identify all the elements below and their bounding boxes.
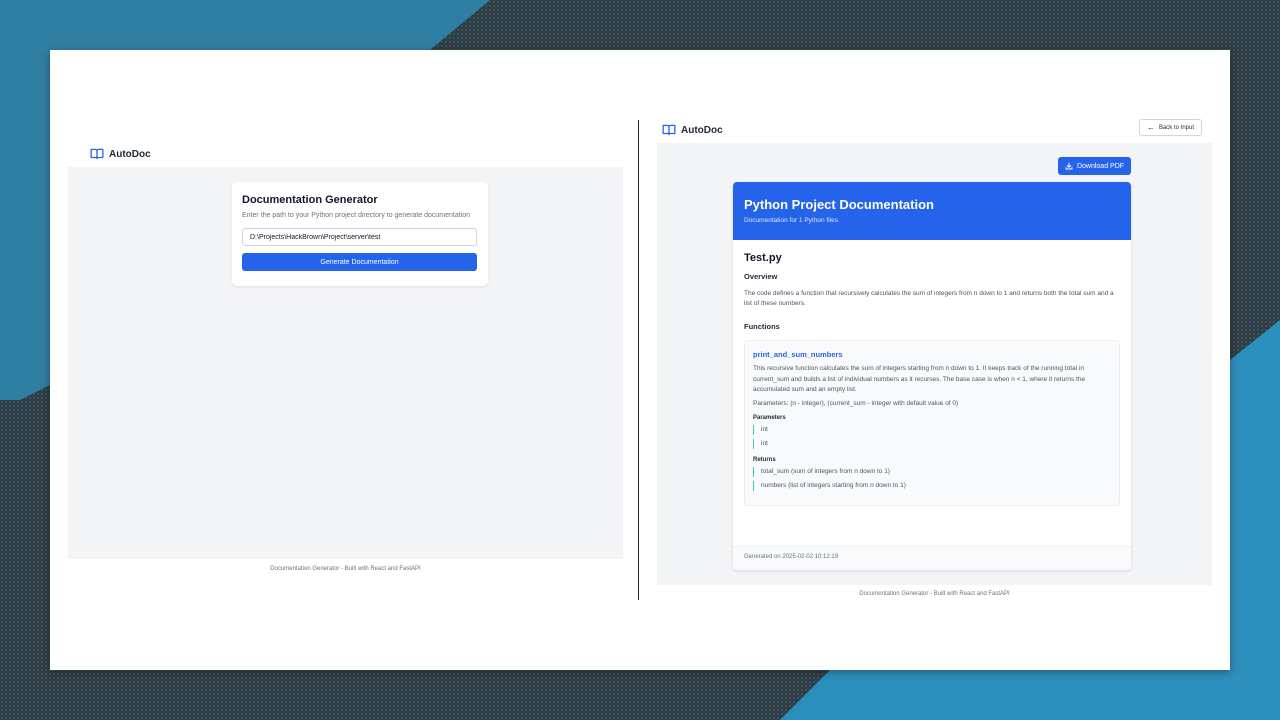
path-input[interactable] [242, 228, 477, 246]
brand[interactable]: AutoDoc [662, 118, 723, 142]
returns-heading: Returns [753, 456, 776, 463]
doc-subtitle: Documentation for 1 Python files [744, 217, 838, 224]
doc-title: Python Project Documentation [744, 197, 934, 212]
parameter-item: int [753, 424, 1111, 435]
book-icon [90, 148, 104, 160]
parameter-item: int [753, 438, 1111, 449]
return-item: numbers (list of integers starting from … [753, 480, 1111, 491]
main-area: Documentation Generator Enter the path t… [68, 167, 623, 559]
card-title: Documentation Generator [242, 194, 378, 206]
download-icon [1065, 162, 1073, 170]
docs-view: AutoDoc ← Back to Input Download PDF Pyt… [657, 117, 1212, 597]
generate-button[interactable]: Generate Documentation [242, 253, 477, 271]
generator-card: Documentation Generator Enter the path t… [232, 182, 488, 286]
overview-heading: Overview [744, 272, 778, 281]
download-label: Download PDF [1076, 162, 1125, 170]
book-icon [662, 124, 676, 136]
return-item: total_sum (sum of integers from n down t… [753, 466, 1111, 477]
doc-header: Python Project Documentation Documentati… [733, 182, 1131, 240]
functions-heading: Functions [744, 322, 780, 331]
input-view: AutoDoc Documentation Generator Enter th… [68, 142, 623, 572]
main-area: Download PDF Python Project Documentatio… [657, 143, 1212, 585]
footer: Documentation Generator - Built with Rea… [270, 566, 421, 572]
generated-timestamp: Generated on 2025-02-02 10:12:19 [733, 546, 1131, 570]
function-description: This recursive function calculates the s… [753, 365, 1086, 393]
brand-name: AutoDoc [109, 148, 151, 160]
footer: Documentation Generator - Built with Rea… [859, 591, 1010, 597]
back-to-input-button[interactable]: ← Back to Input [1138, 119, 1202, 136]
brand[interactable]: AutoDoc [68, 142, 623, 166]
function-params-summary: Parameters: (n - integer), (current_sum … [753, 399, 959, 407]
function-card: print_and_sum_numbers This recursive fun… [744, 340, 1120, 506]
function-name: print_and_sum_numbers [753, 350, 843, 359]
card-description: Enter the path to your Python project di… [242, 212, 471, 219]
parameters-heading: Parameters [753, 414, 786, 421]
brand-name: AutoDoc [681, 124, 723, 136]
panel-divider [638, 120, 639, 600]
header: AutoDoc ← Back to Input [657, 117, 1212, 143]
slide-frame: AutoDoc Documentation Generator Enter th… [50, 50, 1230, 670]
back-label: Back to Input [1158, 124, 1194, 131]
doc-body: Test.py Overview The code defines a func… [733, 240, 1131, 518]
overview-text: The code defines a function that recursi… [744, 290, 1114, 307]
file-name: Test.py [744, 252, 782, 264]
documentation-card: Python Project Documentation Documentati… [733, 182, 1131, 570]
arrow-left-icon: ← [1146, 122, 1155, 132]
download-pdf-button[interactable]: Download PDF [1058, 157, 1131, 175]
